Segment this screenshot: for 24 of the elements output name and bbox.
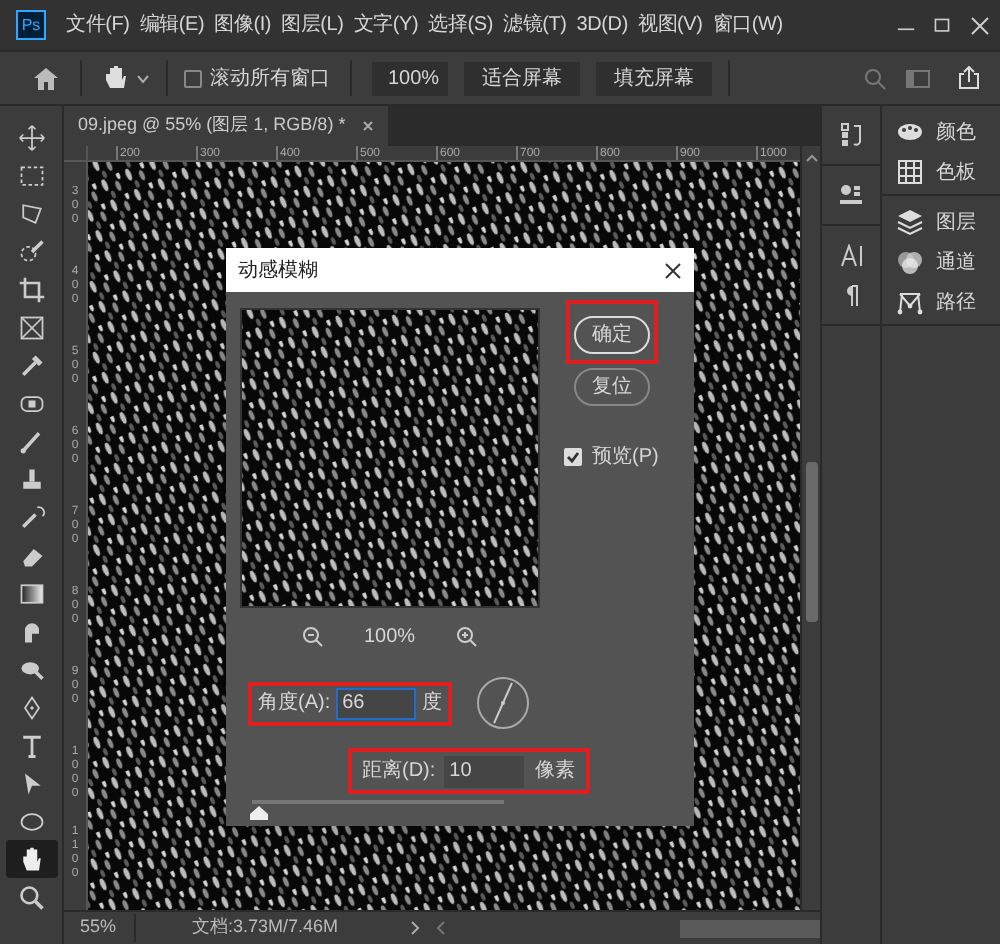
menu-item[interactable]: 图像(I) bbox=[214, 10, 272, 40]
menu-item[interactable]: 选择(S) bbox=[428, 10, 493, 40]
document-title: 09.jpeg @ 55% (图层 1, RGB/8) * bbox=[78, 112, 346, 139]
fit-button[interactable]: 填充屏幕 bbox=[596, 61, 712, 95]
document-tab[interactable]: 09.jpeg @ 55% (图层 1, RGB/8) * bbox=[64, 106, 388, 146]
app-logo: Ps bbox=[16, 10, 46, 40]
zoom-level[interactable]: 55% bbox=[64, 914, 136, 942]
fit-button[interactable]: 适合屏幕 bbox=[464, 61, 580, 95]
zoom-field[interactable]: 100% bbox=[372, 61, 448, 95]
menu-item[interactable]: 3D(D) bbox=[576, 10, 628, 40]
menu-item[interactable]: 文字(Y) bbox=[353, 10, 419, 40]
document-info: 文档:3.73M/7.46M bbox=[192, 914, 339, 941]
menu-item[interactable]: 编辑(E) bbox=[139, 10, 205, 40]
menu-item[interactable]: 视图(V) bbox=[637, 10, 703, 40]
panel-tab[interactable]: 路径 bbox=[882, 288, 1000, 316]
menu-item[interactable]: 滤镜(T) bbox=[503, 10, 567, 40]
menu-item[interactable]: 图层(L) bbox=[281, 10, 344, 40]
panel-tab[interactable]: 通道 bbox=[882, 248, 1000, 276]
panel-tab[interactable]: 图层 bbox=[882, 208, 1000, 236]
menu-item[interactable]: 文件(F) bbox=[66, 10, 130, 40]
panel-tab[interactable]: 色板 bbox=[882, 158, 1000, 186]
checkbox-label: 滚动所有窗口 bbox=[210, 65, 330, 93]
menu-item[interactable]: 窗口(W) bbox=[712, 10, 783, 40]
panel-tab[interactable]: 颜色 bbox=[882, 118, 1000, 146]
